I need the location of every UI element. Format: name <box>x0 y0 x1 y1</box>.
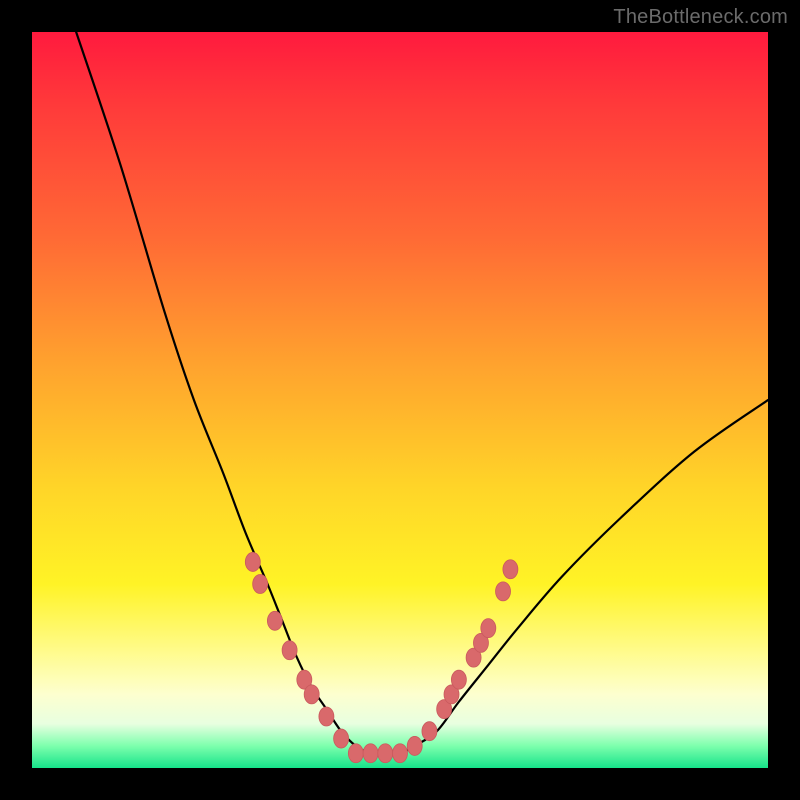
curve-marker <box>496 582 511 601</box>
curve-marker <box>393 744 408 763</box>
curve-marker <box>407 736 422 755</box>
curve-marker <box>348 744 363 763</box>
curve-marker <box>378 744 393 763</box>
curve-markers <box>245 552 518 762</box>
curve-marker <box>363 744 378 763</box>
curve-marker <box>422 722 437 741</box>
bottleneck-curve-path <box>76 32 768 754</box>
curve-marker <box>282 641 297 660</box>
curve-marker <box>334 729 349 748</box>
curve-marker <box>319 707 334 726</box>
curve-marker <box>481 619 496 638</box>
curve-marker <box>253 575 268 594</box>
bottleneck-curve-svg <box>32 32 768 768</box>
watermark-text: TheBottleneck.com <box>613 6 788 29</box>
curve-marker <box>245 552 260 571</box>
curve-marker <box>503 560 518 579</box>
plot-area <box>32 32 768 768</box>
curve-marker <box>304 685 319 704</box>
chart-frame: TheBottleneck.com <box>0 0 800 800</box>
curve-marker <box>451 670 466 689</box>
curve-marker <box>267 611 282 630</box>
